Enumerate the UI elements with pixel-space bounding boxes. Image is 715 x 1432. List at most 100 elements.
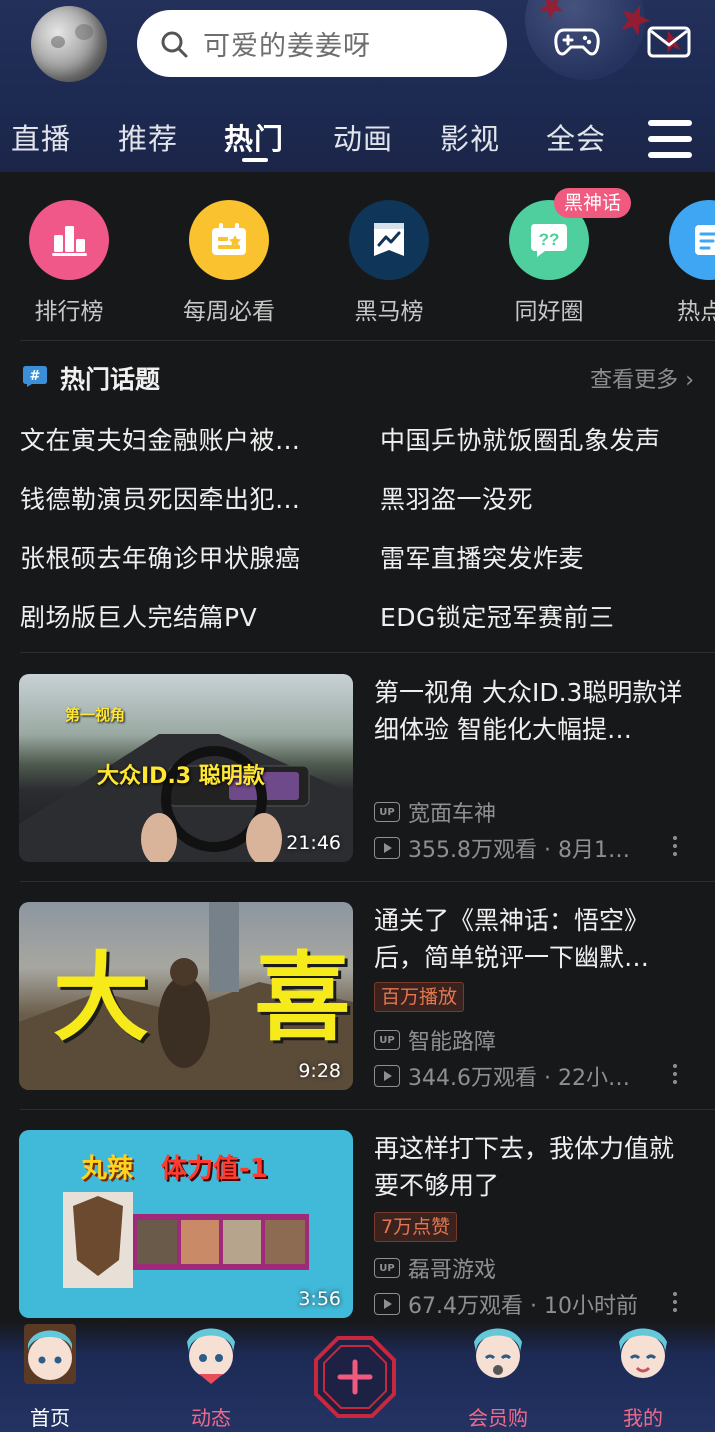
topic-item[interactable]: 文在寅夫妇金融账户被… <box>20 421 301 457</box>
publish-time: · 8月1… <box>543 838 630 863</box>
topic-item[interactable]: EDG锁定冠军赛前三 <box>380 598 614 634</box>
topic-item[interactable]: 张根硕去年确诊甲状腺癌 <box>20 539 301 575</box>
thumb-caption-top: 第一视角 <box>65 706 126 724</box>
card-divider <box>20 881 715 882</box>
hotspot-icon <box>669 200 715 280</box>
hot-topics-header: # 热门话题 查看更多 › <box>22 358 694 398</box>
entry-badge: 黑神话 <box>554 188 632 218</box>
thumb-caption-main: 大众ID.3 聪明款 <box>97 764 265 789</box>
nav-home[interactable]: 首页 <box>0 1322 100 1432</box>
video-tag: 百万播放 <box>374 982 465 1012</box>
mail-icon[interactable] <box>646 22 692 62</box>
video-card[interactable]: 第一视角 大众ID.3 聪明款 21:46 第一视角 大众ID.3聪明款详细体验… <box>0 674 715 874</box>
entry-label: 同好圈 <box>514 299 584 325</box>
more-options-icon[interactable] <box>670 1290 680 1314</box>
see-more-label: 查看更多 <box>590 368 679 393</box>
bottom-navigation: 首页 动态 会员购 我的 <box>0 1322 715 1432</box>
uploader-row[interactable]: UP 宽面车神 <box>374 796 496 828</box>
entry-hotspot[interactable]: 热点D <box>639 200 715 326</box>
entry-label: 黑马榜 <box>354 299 424 325</box>
tab-film[interactable]: 影视 <box>440 116 500 158</box>
entry-label: 排行榜 <box>34 299 104 325</box>
topic-item[interactable]: 黑羽盗一没死 <box>380 480 533 516</box>
view-count: 67.4万观看 <box>408 1294 523 1319</box>
active-tab-indicator <box>242 158 268 162</box>
card-divider <box>20 1109 715 1110</box>
thumb-caption-main: 大 喜 <box>53 942 353 1054</box>
nav-dynamics[interactable]: 动态 <box>161 1322 261 1432</box>
calendar-icon <box>189 200 269 280</box>
nav-label: 我的 <box>623 1406 663 1430</box>
svg-text:??: ?? <box>539 230 560 249</box>
menu-icon[interactable] <box>648 120 692 160</box>
uploader-name: 宽面车神 <box>408 802 497 827</box>
video-title[interactable]: 第一视角 大众ID.3聪明款详细体验 智能化大幅提… <box>374 674 694 748</box>
nav-shop[interactable]: 会员购 <box>448 1322 548 1432</box>
view-count: 355.8万观看 <box>408 838 537 863</box>
uploader-row[interactable]: UP 智能路障 <box>374 1024 496 1056</box>
uploader-name: 智能路障 <box>408 1030 497 1055</box>
play-count-icon <box>374 837 400 859</box>
mascot-profile-icon <box>619 1328 667 1378</box>
ranking-icon <box>29 200 109 280</box>
uploader-name: 磊哥游戏 <box>408 1258 497 1283</box>
uploader-icon: UP <box>374 1030 400 1050</box>
video-duration: 21:46 <box>286 832 341 854</box>
video-card[interactable]: 大 喜 9:28 通关了《黑神话：悟空》后，简单锐评一下幽默… 百万播放 UP … <box>0 902 715 1102</box>
search-icon <box>161 31 188 57</box>
tab-more-channel[interactable]: 全会 <box>546 116 606 158</box>
entry-weekly[interactable]: 每周必看 <box>159 200 299 326</box>
section-divider <box>20 652 715 653</box>
nav-label: 动态 <box>191 1406 231 1430</box>
video-tag: 7万点赞 <box>374 1212 458 1242</box>
play-count-icon <box>374 1065 400 1087</box>
mascot-shop-icon <box>474 1328 522 1378</box>
video-duration: 3:56 <box>298 1288 341 1310</box>
more-options-icon[interactable] <box>670 834 680 858</box>
chevron-right-icon: › <box>685 368 694 393</box>
entry-fan-circle[interactable]: ?? 同好圈 <box>479 200 619 326</box>
topic-item[interactable]: 雷军直播突发炸麦 <box>380 539 584 575</box>
publish-button[interactable] <box>314 1336 396 1418</box>
entry-label: 每周必看 <box>183 299 275 325</box>
nav-label: 首页 <box>30 1406 70 1430</box>
svg-text:#: # <box>30 369 41 384</box>
channel-tabs: 直播 推荐 热门 动画 影视 全会 <box>0 108 715 168</box>
entry-label: 热点D <box>677 299 715 325</box>
tab-live[interactable]: 直播 <box>11 116 71 158</box>
video-card[interactable]: 丸辣 体力值-1 3:56 再这样打下去，我体力值就要不够用了 7万点赞 UP … <box>0 1130 715 1330</box>
tab-hot[interactable]: 热门 <box>224 116 284 158</box>
search-bar[interactable]: 可爱的姜姜呀 <box>137 10 507 77</box>
entry-dark-horse[interactable]: 黑马榜 <box>319 200 459 326</box>
hot-topics-title: 热门话题 <box>60 365 161 394</box>
mascot-home-icon <box>24 1324 76 1384</box>
view-stats-row: 67.4万观看 · 10小时前 <box>374 1288 638 1320</box>
uploader-icon: UP <box>374 1258 400 1278</box>
video-title[interactable]: 通关了《黑神话：悟空》后，简单锐评一下幽默… <box>374 902 694 976</box>
hashtag-icon: # <box>23 366 47 387</box>
tab-animation[interactable]: 动画 <box>333 116 393 158</box>
view-stats-row: 355.8万观看 · 8月1… <box>374 832 630 864</box>
entry-ranking[interactable]: 排行榜 <box>0 200 139 326</box>
see-more-link[interactable]: 查看更多 › <box>590 362 694 394</box>
nav-label: 会员购 <box>468 1406 528 1430</box>
more-options-icon[interactable] <box>670 1062 680 1086</box>
topic-item[interactable]: 中国乒协就饭圈乱象发声 <box>380 421 661 457</box>
user-avatar[interactable] <box>31 6 107 82</box>
topic-item[interactable]: 剧场版巨人完结篇PV <box>20 598 257 634</box>
video-thumbnail[interactable]: 第一视角 大众ID.3 聪明款 21:46 <box>19 674 353 862</box>
gamepad-icon[interactable] <box>554 22 600 62</box>
mascot-dynamics-icon <box>187 1328 235 1384</box>
publish-time: · 10小时前 <box>530 1294 638 1319</box>
tab-recommend[interactable]: 推荐 <box>118 116 178 158</box>
trend-chart-icon <box>349 200 429 280</box>
video-thumbnail[interactable]: 大 喜 9:28 <box>19 902 353 1090</box>
video-thumbnail[interactable]: 丸辣 体力值-1 3:56 <box>19 1130 353 1318</box>
view-stats-row: 344.6万观看 · 22小… <box>374 1060 630 1092</box>
nav-profile[interactable]: 我的 <box>593 1322 693 1432</box>
uploader-row[interactable]: UP 磊哥游戏 <box>374 1252 496 1284</box>
view-count: 344.6万观看 <box>408 1066 537 1091</box>
section-divider <box>20 340 715 341</box>
video-title[interactable]: 再这样打下去，我体力值就要不够用了 <box>374 1130 694 1204</box>
topic-item[interactable]: 钱德勒演员死因牵出犯… <box>20 480 301 516</box>
